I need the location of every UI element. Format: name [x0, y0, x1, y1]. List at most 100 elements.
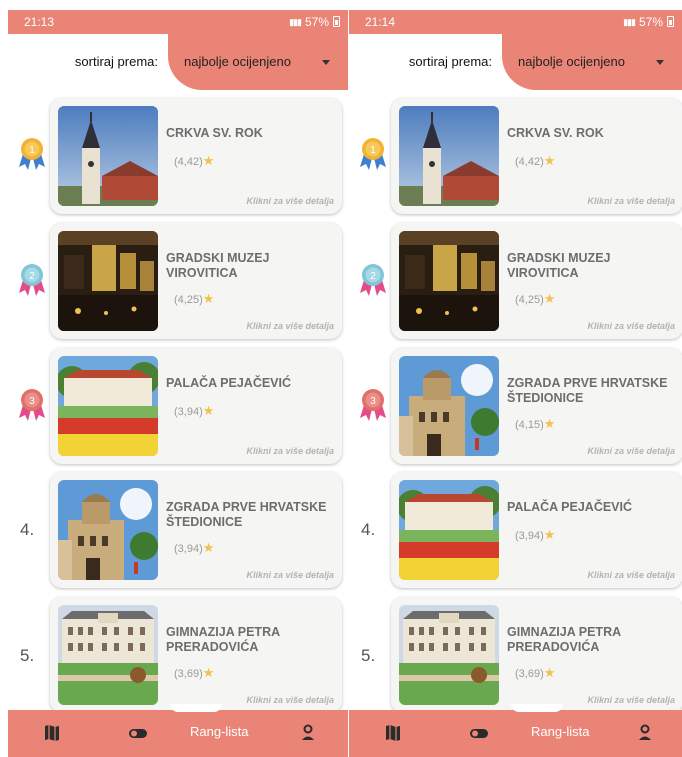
- status-bar: 21:14 ▮▮▮ 57%: [349, 10, 682, 34]
- place-title: PALAČA PEJAČEVIĆ: [507, 500, 633, 514]
- svg-text:2: 2: [29, 271, 35, 282]
- place-title: ZGRADA PRVE HRVATSKE ŠTEDIONICE: [166, 500, 327, 529]
- details-link[interactable]: Klikni za više detalja: [246, 196, 334, 206]
- place-image: [58, 605, 158, 705]
- star-icon: ★: [202, 665, 215, 680]
- place-rating: (3,94)★: [174, 540, 215, 555]
- battery-percent: 57%: [638, 15, 663, 29]
- battery-icon: [333, 15, 340, 27]
- list-item[interactable]: GIMNAZIJA PETRA PRERADOVIĆA (3,69)★ Klik…: [50, 597, 342, 713]
- details-link[interactable]: Klikni za više detalja: [246, 446, 334, 456]
- profile-icon[interactable]: [637, 724, 653, 744]
- list-item[interactable]: GRADSKI MUZEJ VIROVITICA (4,25)★ Klikni …: [391, 223, 682, 339]
- phone-screen-left: 21:13 ▮▮▮ 57% sortiraj prema: najbolje o…: [8, 10, 348, 757]
- battery-percent: 57%: [304, 15, 329, 29]
- list-item[interactable]: ZGRADA PRVE HRVATSKE ŠTEDIONICE (4,15)★ …: [391, 348, 682, 464]
- list-item[interactable]: CRKVA SV. ROK (4,42)★ Klikni za više det…: [50, 98, 342, 214]
- sort-dropdown[interactable]: najbolje ocijenjeno: [168, 34, 348, 90]
- map-icon[interactable]: [385, 724, 401, 744]
- place-title: GIMNAZIJA PETRA PRERADOVIĆA: [166, 625, 280, 654]
- place-rating: (4,42)★: [174, 153, 215, 168]
- star-icon: ★: [543, 665, 556, 680]
- rank-number: 4.: [20, 520, 35, 539]
- place-image: [58, 356, 158, 456]
- list-item[interactable]: ZGRADA PRVE HRVATSKE ŠTEDIONICE (3,94)★ …: [50, 472, 342, 588]
- list-item[interactable]: CRKVA SV. ROK (4,42)★ Klikni za više det…: [391, 98, 682, 214]
- place-rating: (4,42)★: [515, 153, 556, 168]
- details-link[interactable]: Klikni za više detalja: [587, 446, 675, 456]
- place-title: CRKVA SV. ROK: [166, 126, 263, 140]
- tab-rang-lista[interactable]: Rang-lista: [190, 724, 249, 744]
- silver-medal-icon: 2: [357, 260, 389, 300]
- place-rating: (3,94)★: [174, 403, 215, 418]
- profile-icon[interactable]: [300, 724, 316, 744]
- place-rating: (3,94)★: [515, 527, 556, 542]
- place-title: GRADSKI MUZEJ VIROVITICA: [507, 251, 611, 280]
- rank-number: 5.: [361, 646, 376, 665]
- toggle-icon[interactable]: [469, 724, 489, 744]
- svg-text:3: 3: [29, 396, 35, 407]
- sort-dropdown[interactable]: najbolje ocijenjeno: [502, 34, 682, 90]
- phone-screen-right: 21:14 ▮▮▮ 57% sortiraj prema: najbolje o…: [349, 10, 682, 757]
- star-icon: ★: [202, 291, 215, 306]
- bottom-navigation: Rang-lista: [349, 704, 682, 757]
- sort-bar: sortiraj prema: najbolje ocijenjeno: [349, 34, 682, 90]
- bottom-navigation: Rang-lista: [8, 704, 348, 757]
- rank-number: 5.: [20, 646, 35, 665]
- list-item[interactable]: GIMNAZIJA PETRA PRERADOVIĆA (3,69)★ Klik…: [391, 597, 682, 713]
- list-item[interactable]: GRADSKI MUZEJ VIROVITICA (4,25)★ Klikni …: [50, 223, 342, 339]
- star-icon: ★: [543, 291, 556, 306]
- place-image: [399, 231, 499, 331]
- place-title: CRKVA SV. ROK: [507, 126, 604, 140]
- place-rating: (4,25)★: [515, 291, 556, 306]
- bronze-medal-icon: 3: [16, 385, 48, 425]
- details-link[interactable]: Klikni za više detalja: [587, 196, 675, 206]
- bronze-medal-icon: 3: [357, 385, 389, 425]
- star-icon: ★: [543, 527, 556, 542]
- place-rating: (3,69)★: [174, 665, 215, 680]
- details-link[interactable]: Klikni za više detalja: [246, 570, 334, 580]
- sort-selected-value: najbolje ocijenjeno: [184, 54, 291, 69]
- star-icon: ★: [543, 153, 556, 168]
- status-bar: 21:13 ▮▮▮ 57%: [8, 10, 348, 34]
- map-icon[interactable]: [44, 724, 60, 744]
- place-title: PALAČA PEJAČEVIĆ: [166, 376, 292, 390]
- svg-text:1: 1: [29, 145, 35, 156]
- place-title: ZGRADA PRVE HRVATSKE ŠTEDIONICE: [507, 376, 668, 405]
- details-link[interactable]: Klikni za više detalja: [587, 570, 675, 580]
- place-image: [399, 480, 499, 580]
- sort-label: sortiraj prema:: [408, 54, 492, 69]
- svg-text:3: 3: [370, 396, 376, 407]
- star-icon: ★: [202, 153, 215, 168]
- place-image: [399, 605, 499, 705]
- place-title: GRADSKI MUZEJ VIROVITICA: [166, 251, 270, 280]
- sort-label: sortiraj prema:: [74, 54, 158, 69]
- place-image: [58, 106, 158, 206]
- place-title: GIMNAZIJA PETRA PRERADOVIĆA: [507, 625, 621, 654]
- list-item[interactable]: PALAČA PEJAČEVIĆ (3,94)★ Klikni za više …: [50, 348, 342, 464]
- silver-medal-icon: 2: [16, 260, 48, 300]
- chevron-down-icon: [656, 60, 664, 65]
- svg-text:1: 1: [370, 145, 376, 156]
- sort-bar: sortiraj prema: najbolje ocijenjeno: [8, 34, 348, 90]
- details-link[interactable]: Klikni za više detalja: [587, 321, 675, 331]
- toggle-icon[interactable]: [128, 724, 148, 744]
- place-rating: (3,69)★: [515, 665, 556, 680]
- gold-medal-icon: 1: [16, 134, 48, 174]
- gold-medal-icon: 1: [357, 134, 389, 174]
- chevron-down-icon: [322, 60, 330, 65]
- svg-text:2: 2: [370, 271, 376, 282]
- details-link[interactable]: Klikni za više detalja: [587, 695, 675, 705]
- star-icon: ★: [543, 416, 556, 431]
- list-item[interactable]: PALAČA PEJAČEVIĆ (3,94)★ Klikni za više …: [391, 472, 682, 588]
- place-image: [58, 231, 158, 331]
- details-link[interactable]: Klikni za više detalja: [246, 321, 334, 331]
- details-link[interactable]: Klikni za više detalja: [246, 695, 334, 705]
- signal-icon: ▮▮▮: [623, 16, 636, 27]
- place-image: [399, 106, 499, 206]
- sort-selected-value: najbolje ocijenjeno: [518, 54, 625, 69]
- status-time: 21:13: [24, 15, 55, 29]
- place-image: [58, 480, 158, 580]
- tab-rang-lista[interactable]: Rang-lista: [531, 724, 590, 744]
- star-icon: ★: [202, 540, 215, 555]
